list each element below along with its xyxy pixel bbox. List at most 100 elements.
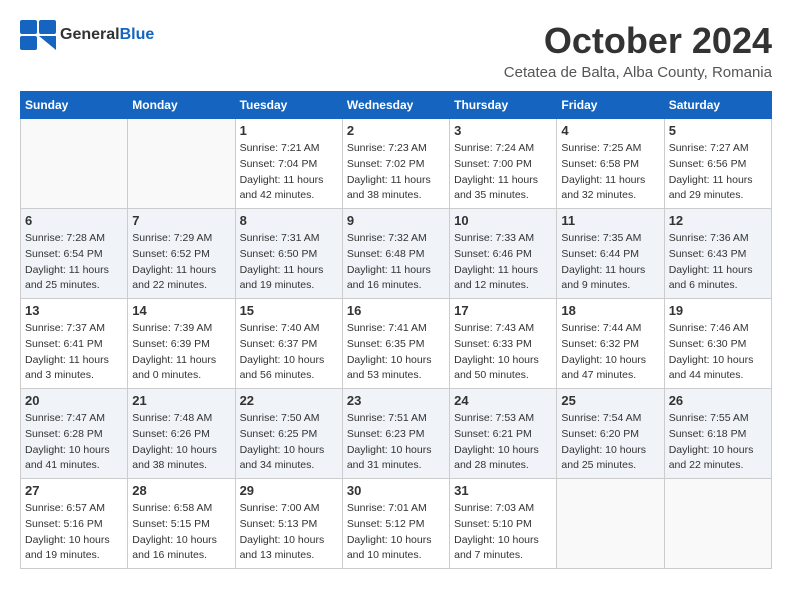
day-info: Sunrise: 7:53 AM Sunset: 6:21 PM Dayligh… [454,411,552,474]
calendar-cell: 22 Sunrise: 7:50 AM Sunset: 6:25 PM Dayli… [235,389,342,479]
calendar-cell: 13 Sunrise: 7:37 AM Sunset: 6:41 PM Dayli… [21,299,128,389]
calendar-cell: 4Sunrise: 7:25 AM Sunset: 6:58 PM Daylig… [557,119,664,209]
weekday-header-thursday: Thursday [450,92,557,119]
day-info: Sunrise: 6:58 AM Sunset: 5:15 PM Dayligh… [132,501,230,564]
week-row-5: 27 Sunrise: 6:57 AM Sunset: 5:16 PM Dayli… [21,479,772,569]
calendar-cell: 3 Sunrise: 7:24 AM Sunset: 7:00 PM Daylig… [450,119,557,209]
day-info: Sunrise: 7:31 AM Sunset: 6:50 PM Dayligh… [240,231,338,294]
calendar-cell: 31 Sunrise: 7:03 AM Sunset: 5:10 PM Dayli… [450,479,557,569]
calendar-cell: 8 Sunrise: 7:31 AM Sunset: 6:50 PM Daylig… [235,209,342,299]
day-number: 27 [25,483,123,498]
calendar-cell [664,479,771,569]
day-info: Sunrise: 7:35 AM Sunset: 6:44 PM Dayligh… [561,231,659,294]
day-info: Sunrise: 7:33 AM Sunset: 6:46 PM Dayligh… [454,231,552,294]
day-number: 4 [561,123,659,138]
day-info: Sunrise: 7:41 AM Sunset: 6:35 PM Dayligh… [347,321,445,384]
calendar-cell: 11 Sunrise: 7:35 AM Sunset: 6:44 PM Dayli… [557,209,664,299]
day-info: Sunrise: 7:46 AM Sunset: 6:30 PM Dayligh… [669,321,767,384]
weekday-header-wednesday: Wednesday [342,92,449,119]
calendar-cell: 16 Sunrise: 7:41 AM Sunset: 6:35 PM Dayli… [342,299,449,389]
calendar-cell: 24Sunrise: 7:53 AM Sunset: 6:21 PM Dayli… [450,389,557,479]
week-row-3: 13 Sunrise: 7:37 AM Sunset: 6:41 PM Dayli… [21,299,772,389]
calendar-cell: 9 Sunrise: 7:32 AM Sunset: 6:48 PM Daylig… [342,209,449,299]
calendar-cell [128,119,235,209]
day-info: Sunrise: 7:40 AM Sunset: 6:37 PM Dayligh… [240,321,338,384]
day-number: 20 [25,393,123,408]
weekday-header-monday: Monday [128,92,235,119]
calendar-cell: 30Sunrise: 7:01 AM Sunset: 5:12 PM Dayli… [342,479,449,569]
calendar-cell: 6Sunrise: 7:28 AM Sunset: 6:54 PM Daylig… [21,209,128,299]
day-number: 30 [347,483,445,498]
day-number: 9 [347,213,445,228]
day-info: Sunrise: 7:44 AM Sunset: 6:32 PM Dayligh… [561,321,659,384]
day-number: 31 [454,483,552,498]
day-info: Sunrise: 7:55 AM Sunset: 6:18 PM Dayligh… [669,411,767,474]
day-number: 10 [454,213,552,228]
week-row-4: 20 Sunrise: 7:47 AM Sunset: 6:28 PM Dayli… [21,389,772,479]
day-info: Sunrise: 7:00 AM Sunset: 5:13 PM Dayligh… [240,501,338,564]
day-number: 11 [561,213,659,228]
day-number: 17 [454,303,552,318]
calendar-cell: 7 Sunrise: 7:29 AM Sunset: 6:52 PM Daylig… [128,209,235,299]
day-number: 1 [240,123,338,138]
calendar-cell: 20 Sunrise: 7:47 AM Sunset: 6:28 PM Dayli… [21,389,128,479]
day-number: 2 [347,123,445,138]
calendar-cell [557,479,664,569]
calendar-cell: 23 Sunrise: 7:51 AM Sunset: 6:23 PM Dayli… [342,389,449,479]
day-info: Sunrise: 7:54 AM Sunset: 6:20 PM Dayligh… [561,411,659,474]
day-number: 22 [240,393,338,408]
day-info: Sunrise: 7:29 AM Sunset: 6:52 PM Dayligh… [132,231,230,294]
calendar-table: SundayMondayTuesdayWednesdayThursdayFrid… [20,91,772,569]
calendar-cell: 12Sunrise: 7:36 AM Sunset: 6:43 PM Dayli… [664,209,771,299]
day-info: Sunrise: 7:47 AM Sunset: 6:28 PM Dayligh… [25,411,123,474]
day-info: Sunrise: 7:23 AM Sunset: 7:02 PM Dayligh… [347,141,445,204]
location-subtitle: Cetatea de Balta, Alba County, Romania [504,64,772,81]
day-number: 5 [669,123,767,138]
calendar-cell: 5 Sunrise: 7:27 AM Sunset: 6:56 PM Daylig… [664,119,771,209]
day-number: 15 [240,303,338,318]
weekday-header-friday: Friday [557,92,664,119]
day-number: 23 [347,393,445,408]
logo-icon [20,20,56,50]
day-number: 28 [132,483,230,498]
weekday-header-sunday: Sunday [21,92,128,119]
calendar-cell: 29Sunrise: 7:00 AM Sunset: 5:13 PM Dayli… [235,479,342,569]
logo-blue-text: Blue [120,26,155,43]
calendar-cell: 25 Sunrise: 7:54 AM Sunset: 6:20 PM Dayli… [557,389,664,479]
day-number: 18 [561,303,659,318]
day-info: Sunrise: 7:48 AM Sunset: 6:26 PM Dayligh… [132,411,230,474]
calendar-cell [21,119,128,209]
calendar-cell: 17Sunrise: 7:43 AM Sunset: 6:33 PM Dayli… [450,299,557,389]
day-info: Sunrise: 7:36 AM Sunset: 6:43 PM Dayligh… [669,231,767,294]
day-number: 8 [240,213,338,228]
day-info: Sunrise: 6:57 AM Sunset: 5:16 PM Dayligh… [25,501,123,564]
calendar-cell: 15 Sunrise: 7:40 AM Sunset: 6:37 PM Dayli… [235,299,342,389]
day-info: Sunrise: 7:50 AM Sunset: 6:25 PM Dayligh… [240,411,338,474]
day-number: 7 [132,213,230,228]
calendar-cell: 27 Sunrise: 6:57 AM Sunset: 5:16 PM Dayli… [21,479,128,569]
day-number: 13 [25,303,123,318]
day-number: 16 [347,303,445,318]
weekday-header-tuesday: Tuesday [235,92,342,119]
day-number: 6 [25,213,123,228]
day-number: 19 [669,303,767,318]
day-info: Sunrise: 7:37 AM Sunset: 6:41 PM Dayligh… [25,321,123,384]
day-number: 3 [454,123,552,138]
logo-general-text: General [60,26,120,43]
day-number: 25 [561,393,659,408]
day-info: Sunrise: 7:03 AM Sunset: 5:10 PM Dayligh… [454,501,552,564]
day-info: Sunrise: 7:39 AM Sunset: 6:39 PM Dayligh… [132,321,230,384]
day-info: Sunrise: 7:27 AM Sunset: 6:56 PM Dayligh… [669,141,767,204]
month-title: October 2024 [504,20,772,62]
page-header: GeneralBlue October 2024 Cetatea de Balt… [20,20,772,81]
calendar-cell: 10 Sunrise: 7:33 AM Sunset: 6:46 PM Dayli… [450,209,557,299]
calendar-cell: 19 Sunrise: 7:46 AM Sunset: 6:30 PM Dayli… [664,299,771,389]
day-info: Sunrise: 7:24 AM Sunset: 7:00 PM Dayligh… [454,141,552,204]
day-info: Sunrise: 7:32 AM Sunset: 6:48 PM Dayligh… [347,231,445,294]
day-number: 21 [132,393,230,408]
day-info: Sunrise: 7:51 AM Sunset: 6:23 PM Dayligh… [347,411,445,474]
weekday-header-saturday: Saturday [664,92,771,119]
week-row-1: 1Sunrise: 7:21 AM Sunset: 7:04 PM Daylig… [21,119,772,209]
calendar-cell: 14Sunrise: 7:39 AM Sunset: 6:39 PM Dayli… [128,299,235,389]
calendar-cell: 18 Sunrise: 7:44 AM Sunset: 6:32 PM Dayli… [557,299,664,389]
